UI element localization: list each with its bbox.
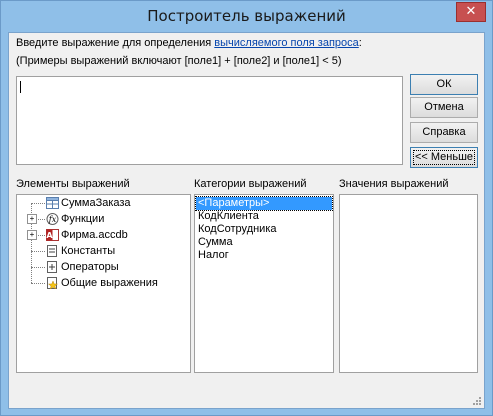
prompt-text: Введите выражение для определения вычисл… [16, 37, 362, 49]
list-item[interactable]: <Параметры> [195, 196, 333, 211]
categories-list[interactable]: <Параметры> КодКлиента КодСотрудника Сум… [194, 194, 334, 373]
expression-builder-window: Построитель выражений ✕ Введите выражени… [0, 0, 493, 416]
tree-item-constants[interactable]: Константы [17, 243, 190, 259]
less-button[interactable]: << Меньше [410, 147, 478, 168]
prompt-text-after: : [358, 37, 362, 49]
tree-item-label: Функции [61, 213, 105, 225]
svg-text:A: A [46, 231, 53, 240]
tree-item-summa-zakaza[interactable]: СуммаЗаказа [17, 195, 190, 211]
tree-item-common-expressions[interactable]: Общие выражения [17, 275, 190, 291]
expand-toggle[interactable]: + [27, 230, 37, 240]
tree-item-label: СуммаЗаказа [61, 197, 131, 209]
cancel-button[interactable]: Отмена [410, 97, 478, 118]
operators-icon [47, 261, 57, 273]
calculated-field-link[interactable]: вычисляемого поля запроса [214, 37, 358, 49]
tree-item-functions[interactable]: + fx Функции [17, 211, 190, 227]
tree-item-label: Фирма.accdb [61, 229, 128, 241]
tree-item-label: Общие выражения [61, 277, 158, 289]
title-bar[interactable]: Построитель выражений ✕ [1, 1, 492, 32]
dialog-body: Введите выражение для определения вычисл… [8, 32, 485, 409]
close-button[interactable]: ✕ [456, 2, 486, 22]
help-button[interactable]: Справка [410, 122, 478, 143]
categories-label: Категории выражений [194, 178, 307, 190]
list-item[interactable]: Сумма [196, 236, 332, 249]
access-db-icon: A [46, 229, 59, 241]
list-item[interactable]: КодСотрудника [196, 223, 332, 236]
function-icon: fx [46, 213, 59, 225]
tree-item-firma-accdb[interactable]: + A Фирма.accdb [17, 227, 190, 243]
expression-input[interactable] [16, 76, 403, 165]
common-expressions-icon [47, 277, 59, 289]
tree-item-label: Операторы [61, 261, 119, 273]
elements-tree[interactable]: СуммаЗаказа + fx Функции + A Фирма.accdb [16, 194, 191, 373]
prompt-text-before: Введите выражение для определения [16, 37, 215, 49]
tree-item-operators[interactable]: Операторы [17, 259, 190, 275]
window-title: Построитель выражений [147, 7, 346, 25]
values-list[interactable] [339, 194, 478, 373]
expand-toggle[interactable]: + [27, 214, 37, 224]
list-item[interactable]: КодКлиента [196, 210, 332, 223]
svg-text:fx: fx [48, 215, 57, 224]
query-icon [46, 197, 59, 209]
tree-item-label: Константы [61, 245, 116, 257]
constants-icon [47, 245, 57, 257]
text-caret [20, 81, 21, 93]
list-item[interactable]: Налог [196, 249, 332, 262]
ok-button[interactable]: ОК [410, 74, 478, 95]
values-label: Значения выражений [339, 178, 449, 190]
elements-label: Элементы выражений [16, 178, 130, 190]
example-text: (Примеры выражений включают [поле1] + [п… [16, 55, 342, 67]
resize-grip-icon[interactable] [472, 396, 482, 406]
